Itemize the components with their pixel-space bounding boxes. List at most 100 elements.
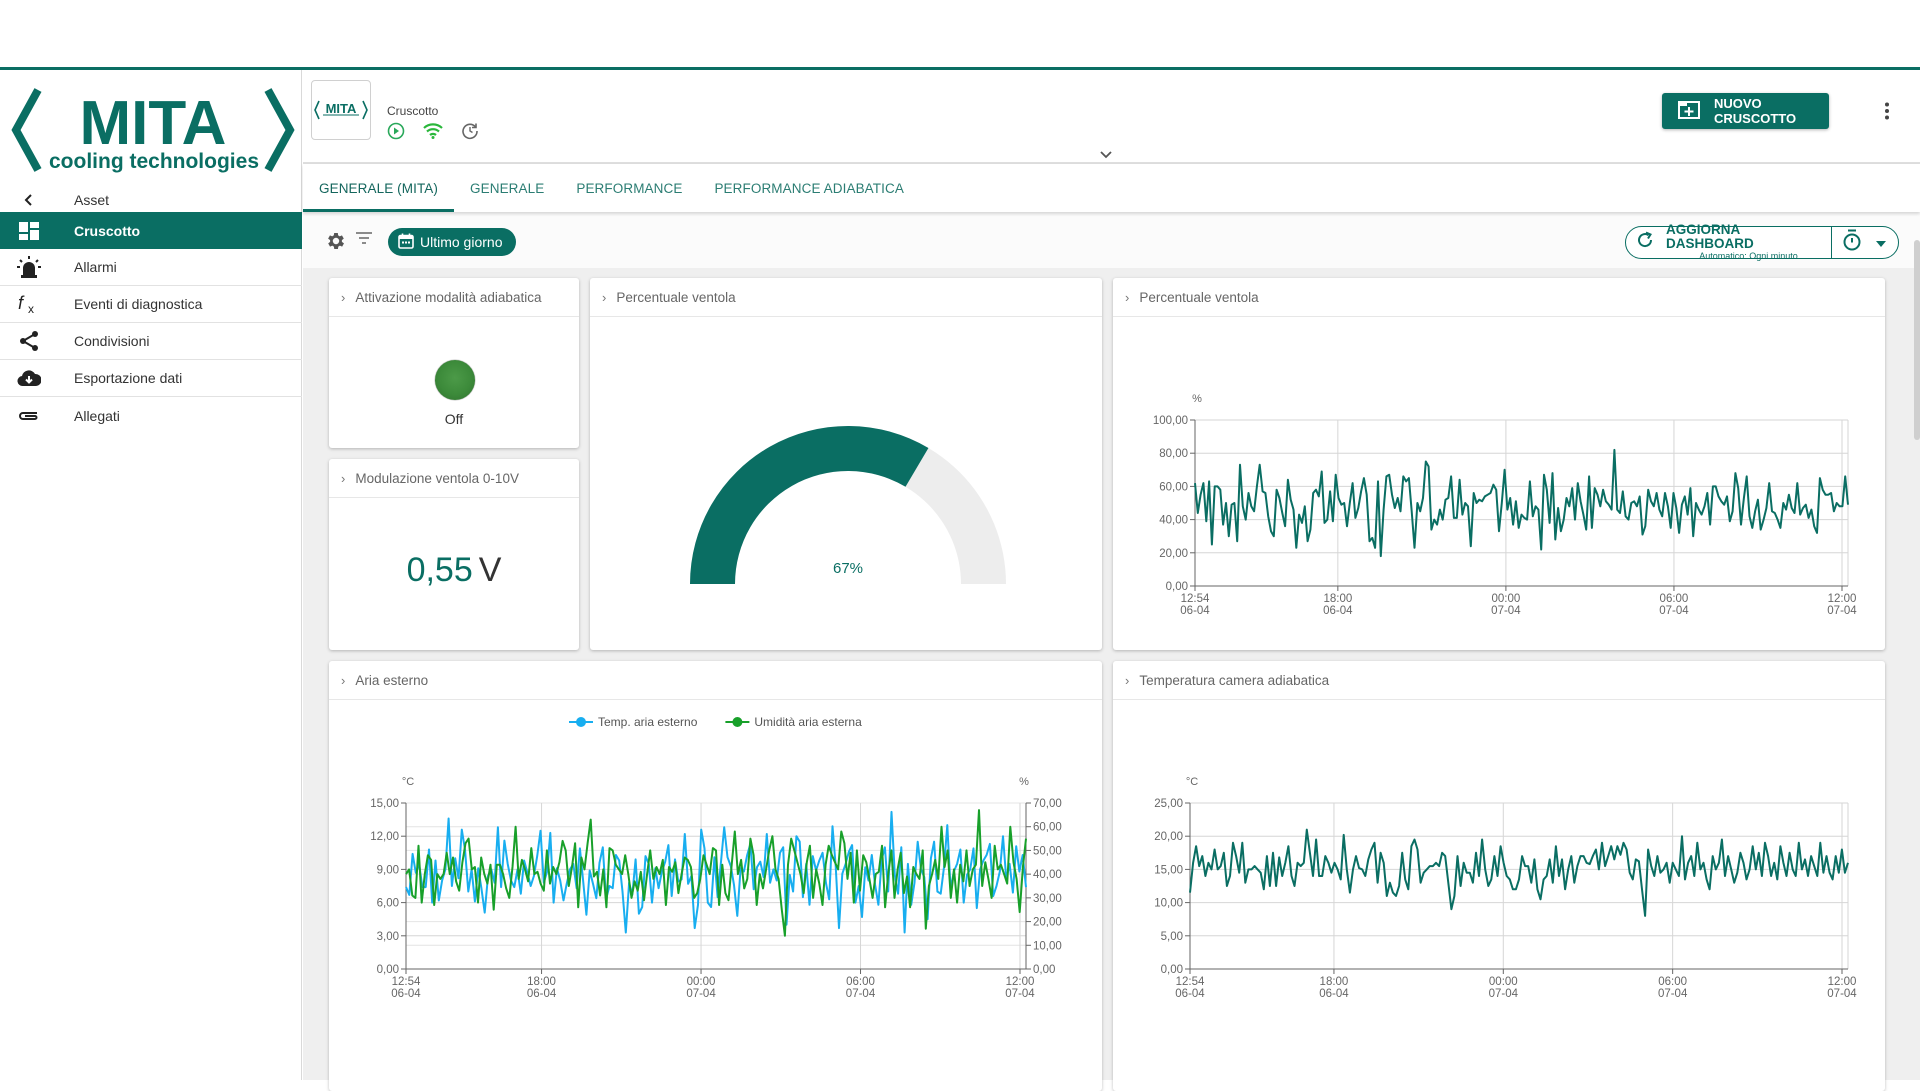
y-tick-label: 0,00	[377, 964, 399, 976]
sidebar-item-eventi-diagnostica[interactable]: fx Eventi di diagnostica	[0, 286, 302, 323]
y-tick-label: 20,00	[1159, 548, 1188, 560]
sidebar-item-label: Allarmi	[74, 259, 117, 275]
y-tick-label: 9,00	[377, 864, 399, 876]
y-tick-label: 40,00	[1159, 515, 1188, 527]
play-circle-icon[interactable]	[387, 122, 405, 145]
filter-icon[interactable]	[355, 231, 373, 250]
tab-generale[interactable]: GENERALE	[454, 164, 560, 212]
logo-name: MITA	[80, 89, 227, 158]
tab-performance-adiabatica[interactable]: PERFORMANCE ADIABATICA	[698, 164, 919, 212]
x-tick-label-date: 07-04	[1827, 605, 1857, 617]
refresh-icon	[1636, 231, 1654, 254]
y-right-tick-label: 0,00	[1033, 964, 1055, 976]
x-tick-label-time: 00:00	[687, 976, 716, 988]
add-dashboard-icon	[1678, 100, 1700, 122]
sidebar-item-label: Eventi di diagnostica	[74, 296, 203, 312]
x-tick-label-time: 18:00	[1320, 976, 1349, 988]
widget-header[interactable]: › Aria esterno	[329, 661, 1102, 700]
fan-percentage-chart: 0,0020,0040,0060,0080,00100,0012:5406-04…	[1153, 393, 1857, 617]
status-label: Off	[444, 411, 464, 427]
y-tick-label: 25,00	[1154, 798, 1183, 810]
x-tick-label-time: 12:00	[1828, 976, 1857, 988]
share-icon	[16, 330, 42, 352]
sidebar-item-esportazione-dati[interactable]: Esportazione dati	[0, 360, 302, 397]
y-right-tick-label: 50,00	[1033, 845, 1062, 857]
logo-tagline: cooling technologies	[49, 150, 259, 173]
gauge-fill	[690, 426, 929, 584]
x-tick-label-date: 06-04	[1175, 988, 1205, 1000]
y-tick-label: 100,00	[1153, 415, 1188, 427]
x-tick-label-time: 06:00	[1658, 976, 1687, 988]
sidebar-item-allegati[interactable]: Allegati	[0, 397, 302, 434]
gear-icon[interactable]	[325, 230, 347, 257]
time-period-chip[interactable]: Ultimo giorno	[388, 228, 517, 256]
widget-adiabatic-mode: › Attivazione modalità adiabatica Off	[329, 278, 579, 448]
x-tick-label-time: 06:00	[846, 976, 875, 988]
page-scrollbar[interactable]	[1914, 240, 1920, 440]
cloud-download-icon	[16, 367, 42, 389]
widget-header[interactable]: › Percentuale ventola	[590, 278, 1102, 317]
x-tick-label-date: 06-04	[527, 988, 557, 1000]
dashboard-tabs: GENERALE (MITA) GENERALE PERFORMANCE PER…	[303, 164, 1920, 212]
x-tick-label-time: 12:00	[1828, 593, 1857, 605]
y-unit-label: °C	[402, 776, 414, 788]
expand-header-chevron-icon[interactable]	[1100, 146, 1112, 164]
x-tick-label-date: 06-04	[1180, 605, 1210, 617]
widget-header[interactable]: › Temperatura camera adiabatica	[1113, 661, 1885, 700]
widget-header[interactable]: › Attivazione modalità adiabatica	[329, 278, 579, 317]
x-tick-label-date: 07-04	[1491, 605, 1521, 617]
chevron-right-icon: ›	[1125, 672, 1130, 688]
legend-item: Umidità aria esterna	[725, 715, 862, 729]
y-right-tick-label: 60,00	[1033, 822, 1062, 834]
legend-marker	[576, 717, 586, 727]
x-tick-label-time: 12:54	[392, 976, 421, 988]
chevron-right-icon: ›	[341, 470, 346, 486]
attachment-icon	[16, 405, 42, 427]
sidebar-item-label: Allegati	[74, 407, 120, 424]
sidebar-item-cruscotto[interactable]: Cruscotto	[0, 212, 302, 249]
widget-title: Percentuale ventola	[616, 289, 736, 305]
x-tick-label-time: 18:00	[1323, 593, 1352, 605]
widget-header[interactable]: › Percentuale ventola	[1113, 278, 1885, 317]
widget-chamber-temperature: › Temperatura camera adiabatica 0,00 5,00…	[1113, 661, 1885, 1091]
chevron-left-icon	[16, 189, 42, 211]
y-tick-label: 0,00	[1161, 964, 1183, 976]
y-tick-label: 20,00	[1154, 831, 1183, 843]
refresh-dashboard-button[interactable]: AGGIORNA DASHBOARD Automatico: Ogni minu…	[1626, 223, 1832, 261]
x-tick-label-date: 07-04	[1489, 988, 1519, 1000]
mita-logo[interactable]: MITA cooling technologies	[8, 84, 298, 176]
x-tick-label-date: 06-04	[1323, 605, 1353, 617]
sidebar-item-allarmi[interactable]: Allarmi	[0, 249, 302, 286]
widget-header[interactable]: › Modulazione ventola 0-10V	[329, 459, 579, 498]
widget-outside-air: › Aria esterno 0,00 3,00 6,00 9,00 12,00 15,0…	[329, 661, 1102, 1091]
sidebar-item-condivisioni[interactable]: Condivisioni	[0, 323, 302, 360]
asset-thumbnail[interactable]: MITA	[311, 80, 371, 140]
back-label: Asset	[74, 192, 110, 208]
widget-title: Aria esterno	[355, 672, 429, 688]
new-dashboard-button[interactable]: NUOVO CRUSCOTTO	[1662, 93, 1829, 129]
chevron-right-icon: ›	[1125, 289, 1130, 305]
history-icon[interactable]	[461, 122, 479, 145]
y-tick-label: 3,00	[377, 931, 399, 943]
refresh-title: AGGIORNA DASHBOARD	[1666, 222, 1754, 251]
y-tick-label: 15,00	[370, 798, 399, 810]
calendar-icon	[398, 233, 414, 252]
y-right-tick-label: 20,00	[1033, 917, 1062, 929]
asset-status-icons	[387, 122, 479, 145]
auto-refresh-dropdown[interactable]	[1832, 229, 1886, 256]
tab-generale-mita[interactable]: GENERALE (MITA)	[303, 164, 455, 212]
chevron-right-icon: ›	[341, 672, 346, 688]
outside-air-chart: 0,00 3,00 6,00 9,00 12,00 15,00 0,00 10,00 20,00…	[370, 715, 1062, 1000]
asset-header: MITA Cruscotto NUOVO CRUSCOTTO	[303, 70, 1920, 164]
legend-label: Umidità aria esterna	[754, 715, 862, 729]
function-icon: fx	[16, 293, 42, 315]
asset-title: Cruscotto	[387, 104, 439, 118]
x-tick-label-date: 07-04	[686, 988, 716, 1000]
more-options-icon[interactable]	[1884, 102, 1890, 125]
tab-performance[interactable]: PERFORMANCE	[560, 164, 698, 212]
refresh-subtitle: Automatico: Ogni minuto	[1699, 251, 1798, 261]
x-tick-label-date: 07-04	[1827, 988, 1857, 1000]
dashboard-toolbar: Ultimo giorno AGGIORNA DASHBOARD Automat…	[303, 212, 1920, 268]
x-tick-label-time: 12:54	[1176, 976, 1205, 988]
widget-title: Modulazione ventola 0-10V	[355, 470, 519, 486]
